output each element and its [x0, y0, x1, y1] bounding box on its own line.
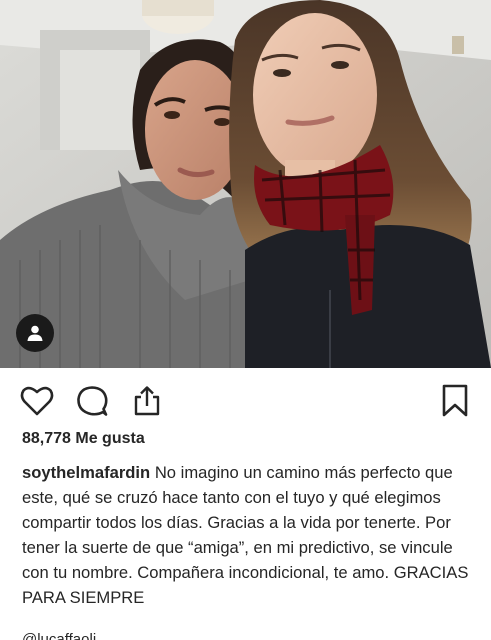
share-button[interactable] — [128, 382, 166, 420]
comment-button[interactable] — [73, 382, 111, 420]
like-button[interactable] — [18, 382, 56, 420]
person-icon — [27, 325, 43, 341]
like-count[interactable]: 88,778 Me gusta — [22, 430, 145, 448]
post-action-bar — [0, 376, 491, 426]
next-line-partial: @lucaffaoli... — [22, 632, 222, 640]
heart-outline-icon — [20, 386, 54, 416]
tagged-user-button[interactable] — [16, 314, 54, 352]
save-button[interactable] — [436, 382, 474, 420]
share-upload-icon — [134, 386, 160, 416]
bookmark-outline-icon — [442, 384, 468, 417]
caption-username[interactable]: soythelmafardin — [22, 463, 150, 482]
caption-text: No imagino un camino más perfecto que es… — [22, 463, 469, 607]
speech-bubble-icon — [77, 386, 108, 416]
photo-illustration — [0, 0, 491, 368]
post-caption: soythelmafardin No imagino un camino más… — [22, 460, 477, 610]
post-photo[interactable] — [0, 0, 491, 368]
